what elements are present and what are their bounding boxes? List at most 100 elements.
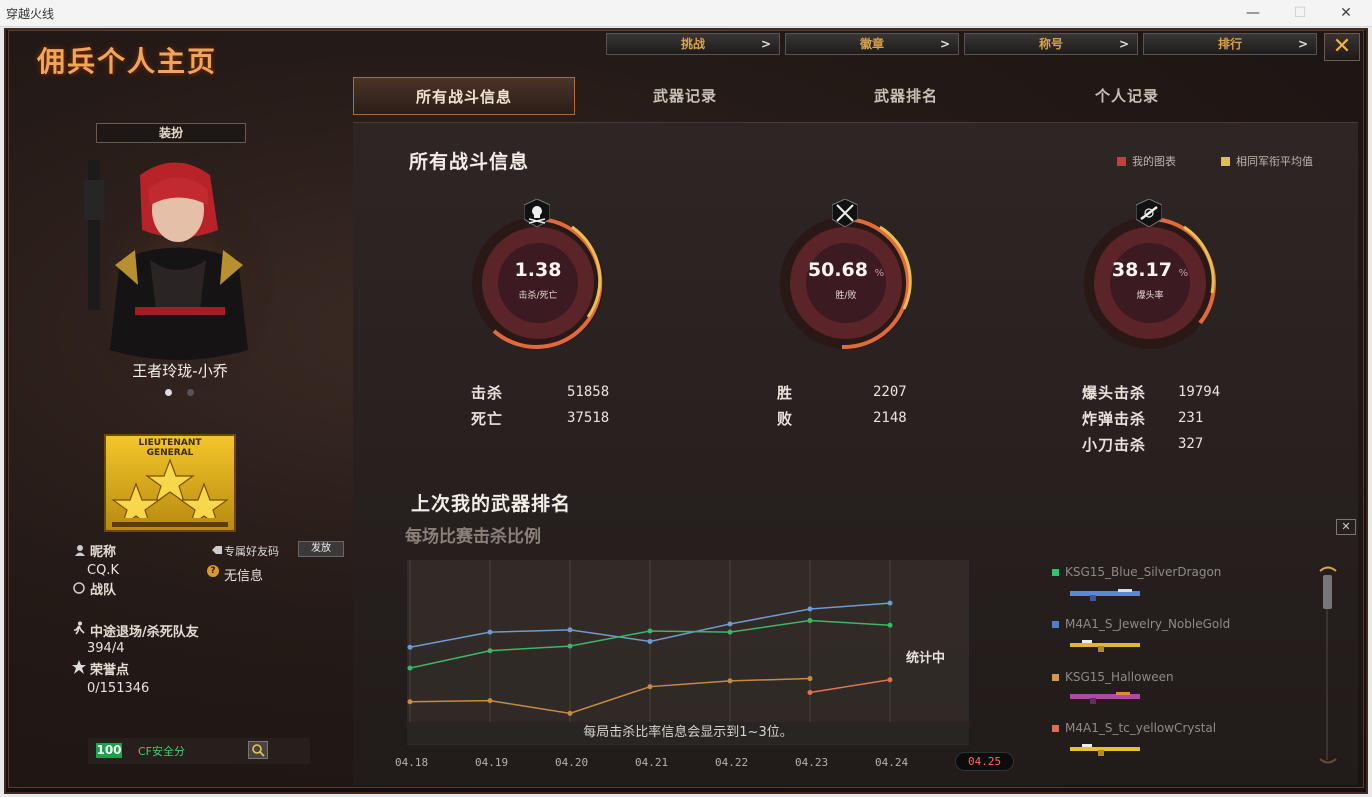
weapon-item[interactable]: KSG15_Blue_SilverDragon: [1052, 565, 1221, 579]
page-title: 佣兵个人主页: [37, 45, 218, 78]
tag-icon: [212, 546, 222, 554]
rank-text-1: LIEUTENANT: [138, 438, 202, 448]
headshot-label: 爆头率: [1136, 291, 1164, 301]
weapon-item[interactable]: M4A1_S_tc_yellowCrystal: [1052, 721, 1216, 735]
stat-knife-label: 小刀击杀: [1082, 436, 1147, 454]
data-point: [807, 618, 813, 624]
headshot-ring: [1084, 217, 1216, 349]
legend-mine-label: 我的图表: [1132, 155, 1176, 168]
legend-avg-label: 相同军衔平均值: [1236, 155, 1313, 168]
window-close-button[interactable]: ✕: [1331, 3, 1361, 23]
runner-icon: [74, 621, 85, 635]
nav-ranking-button[interactable]: 排行 >: [1143, 33, 1317, 55]
honor-value: 0/151346: [87, 681, 150, 696]
weapon-color: [1052, 569, 1059, 576]
shotgun-icon: [1070, 589, 1140, 601]
kd-label: 击杀/死亡: [518, 291, 558, 301]
quit-kill-value: 394/4: [87, 641, 125, 656]
rifle-icon: [1070, 744, 1140, 756]
data-point: [567, 643, 573, 649]
x-tick-label: 04.23: [795, 756, 829, 769]
data-point: [807, 606, 813, 612]
security-score: 100: [96, 743, 122, 758]
data-point: [487, 698, 493, 704]
team-icon: [73, 582, 85, 594]
weapon-item[interactable]: M4A1_S_Jewelry_NobleGold: [1052, 617, 1230, 631]
nav-label: 排行: [1217, 37, 1242, 51]
data-point: [567, 627, 573, 633]
stat-losses-label: 败: [777, 410, 794, 428]
nickname-value: CQ.K: [87, 563, 119, 578]
x-tick-label-current[interactable]: 04.25: [955, 752, 1015, 771]
quit-kill-label: 中途退场/杀死队友: [90, 625, 199, 640]
nav-badge-button[interactable]: 徽章 >: [785, 33, 959, 55]
tab-weapon-ranking[interactable]: 武器排名: [795, 77, 1017, 115]
data-point: [407, 665, 413, 671]
scroll-up-icon[interactable]: [1318, 564, 1338, 572]
winrate-value: 50.68 %: [776, 259, 916, 281]
nav-challenge-button[interactable]: 挑战 >: [606, 33, 780, 55]
nav-label: 挑战: [680, 37, 705, 51]
data-point: [487, 648, 493, 654]
stat-headshot-label: 爆头击杀: [1082, 384, 1147, 402]
nav-title-button[interactable]: 称号 >: [964, 33, 1138, 55]
stat-bomb-value: 231: [1178, 410, 1204, 426]
weapon-name: M4A1_S_tc_yellowCrystal: [1065, 721, 1217, 735]
rifle-icon: [1136, 199, 1162, 227]
tab-weapon-records[interactable]: 武器记录: [574, 77, 796, 115]
x-tick-label: 04.22: [715, 756, 749, 769]
weapon-name: KSG15_Halloween: [1065, 670, 1174, 684]
honor-icon: [72, 660, 86, 674]
percent-sign: %: [874, 268, 885, 279]
kill-ratio-chart: [407, 560, 893, 722]
stat-bomb-label: 炸弹击杀: [1082, 410, 1147, 428]
legend-swatch: [1221, 157, 1230, 166]
data-point: [647, 684, 653, 690]
stat-wins-value: 2207: [873, 384, 907, 400]
weapon-item[interactable]: KSG15_Halloween: [1052, 670, 1174, 684]
window-title: 穿越火线: [6, 7, 55, 21]
panel-close-icon[interactable]: ✕: [1336, 519, 1356, 535]
star-icon: [111, 458, 229, 518]
carousel-dot[interactable]: [187, 389, 194, 396]
data-point: [647, 628, 653, 634]
search-button[interactable]: [248, 741, 268, 759]
chart-subtitle: 每场比赛击杀比例: [405, 527, 541, 547]
scrollbar-thumb[interactable]: [1323, 575, 1332, 609]
skull-icon: [524, 199, 550, 227]
chevron-right-icon: >: [939, 37, 950, 51]
chevron-right-icon: >: [760, 37, 771, 51]
stat-headshot-value: 19794: [1178, 384, 1221, 400]
tab-personal-records[interactable]: 个人记录: [1016, 77, 1238, 115]
outfit-button[interactable]: 装扮: [96, 123, 246, 143]
data-point: [487, 629, 493, 635]
x-tick-label: 04.24: [875, 756, 909, 769]
kd-gauge: 1.38 击杀/死亡: [468, 199, 608, 353]
headshot-value: 38.17 %: [1080, 259, 1220, 281]
carousel-dot-active[interactable]: [165, 389, 172, 396]
weapon-name: M4A1_S_Jewelry_NobleGold: [1065, 617, 1231, 631]
legend-mine: 我的图表: [1117, 153, 1176, 169]
weapon-color: [1052, 674, 1059, 681]
stat-knife-value: 327: [1178, 436, 1204, 452]
data-point: [727, 629, 733, 635]
weapon-rank-title: 上次我的武器排名: [411, 493, 572, 515]
friend-code-label: 专属好友码: [224, 545, 279, 558]
stat-deaths-label: 死亡: [471, 410, 504, 428]
kd-ring: [472, 217, 604, 349]
chart-notice: 每局击杀比率信息会显示到1~3位。: [407, 722, 969, 744]
data-point: [567, 710, 573, 716]
x-tick-label: 04.21: [635, 756, 669, 769]
minimize-button[interactable]: —: [1238, 3, 1268, 23]
tab-all-battle-info[interactable]: 所有战斗信息: [353, 77, 575, 115]
data-point: [807, 676, 813, 682]
close-icon[interactable]: ✕: [1324, 33, 1360, 61]
data-point: [887, 600, 893, 606]
send-code-button[interactable]: 发放: [298, 541, 344, 557]
security-label: CF安全分: [138, 745, 186, 758]
maximize-button[interactable]: ☐: [1285, 3, 1315, 23]
section-title: 所有战斗信息: [409, 151, 530, 173]
shotgun-icon: [1070, 692, 1140, 704]
question-icon: ?: [207, 565, 219, 577]
scroll-down-icon[interactable]: [1318, 758, 1338, 766]
